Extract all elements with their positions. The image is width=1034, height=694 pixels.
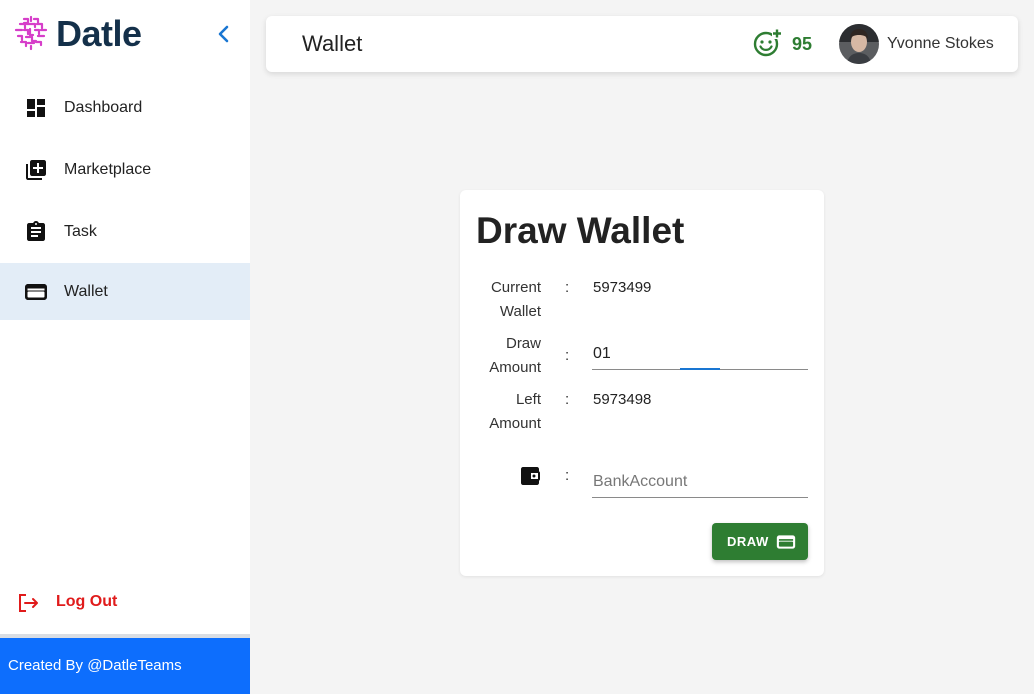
chevron-left-icon[interactable]: [212, 22, 236, 46]
wallet-icon: [25, 283, 47, 300]
score-value: 95: [792, 34, 813, 54]
draw-button[interactable]: DRAW: [712, 523, 808, 560]
current-wallet-label: Current Wallet: [471, 276, 541, 324]
bank-account-field[interactable]: [592, 468, 808, 498]
user-avatar-icon: [839, 24, 879, 64]
colon-separator: :: [565, 347, 570, 364]
colon-separator: :: [565, 279, 570, 296]
draw-amount-label-line2: Amount: [489, 359, 541, 376]
current-wallet-label-line1: Current: [490, 279, 541, 296]
library-add-icon: [26, 160, 46, 180]
top-bar: Wallet 95 Yvonne Stokes: [266, 16, 1018, 72]
logout-label: Log Out: [56, 593, 118, 610]
brain-logo-icon: [14, 15, 48, 51]
avatar[interactable]: [839, 24, 879, 64]
draw-wallet-card: Draw Wallet Current Wallet : 5973499 Dra…: [460, 190, 824, 576]
clipboard-icon: [27, 221, 45, 241]
draw-button-label: DRAW: [727, 534, 769, 549]
dashboard-icon: [27, 99, 45, 117]
logout-icon: [19, 594, 38, 612]
sidebar-item-label: Task: [64, 223, 97, 240]
left-amount-label-line1: Left: [515, 391, 541, 408]
current-wallet-value: 5973499: [593, 279, 652, 296]
draw-amount-field[interactable]: [592, 340, 808, 370]
draw-amount-label-line1: Draw: [505, 335, 541, 352]
sidebar-item-label: Dashboard: [64, 99, 143, 116]
left-amount-value: 5973498: [593, 391, 652, 408]
user-name[interactable]: Yvonne Stokes: [887, 35, 994, 53]
sidebar: Datle Dashboard Marketplace Task Wallet …: [0, 0, 250, 694]
sidebar-item-marketplace[interactable]: Marketplace: [0, 139, 250, 201]
colon-separator: :: [565, 467, 570, 484]
colon-separator: :: [565, 391, 570, 408]
current-wallet-label-line2: Wallet: [499, 303, 541, 320]
brand-name: Datle: [56, 13, 142, 54]
smiley-plus-icon: [753, 29, 782, 57]
input-focus-indicator: [680, 368, 720, 370]
left-amount-label-line2: Amount: [489, 415, 541, 432]
sidebar-item-label: Wallet: [64, 282, 108, 300]
sidebar-item-task[interactable]: Task: [0, 201, 250, 263]
logout-button[interactable]: Log Out: [0, 585, 250, 621]
draw-amount-label: Draw Amount: [471, 332, 541, 380]
sidebar-footer: Created By @DatleTeams: [0, 638, 250, 694]
page-title: Wallet: [302, 31, 363, 56]
sidebar-item-label: Marketplace: [64, 161, 152, 178]
footer-credit: Created By @DatleTeams: [8, 657, 182, 674]
sidebar-item-dashboard[interactable]: Dashboard: [0, 77, 250, 139]
left-amount-label: Left Amount: [471, 388, 541, 436]
sidebar-item-wallet[interactable]: Wallet: [0, 263, 250, 320]
bank-account-input[interactable]: [592, 468, 808, 496]
sidebar-nav: Dashboard Marketplace Task Wallet: [0, 77, 250, 320]
card-title: Draw Wallet: [476, 210, 685, 251]
wallet-bifold-icon: [521, 467, 540, 485]
wallet-icon: [776, 535, 796, 549]
draw-amount-input[interactable]: [592, 340, 808, 368]
